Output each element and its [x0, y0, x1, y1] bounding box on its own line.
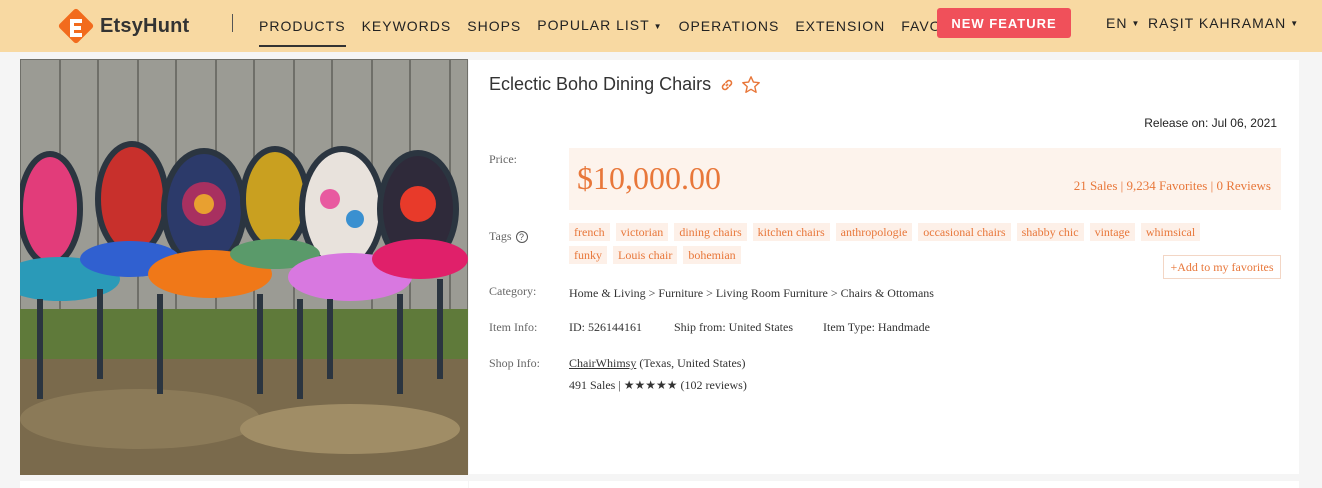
price-label: Price: — [489, 152, 517, 166]
category-label: Category: — [489, 284, 537, 298]
shop-name-link[interactable]: ChairWhimsy — [569, 356, 636, 370]
product-title-row: Eclectic Boho Dining Chairs — [489, 74, 761, 95]
user-name: RAŞIT KAHRAMAN — [1148, 15, 1287, 31]
shop-info-label: Shop Info: — [489, 356, 540, 370]
nav-operations[interactable]: OPERATIONS — [679, 4, 780, 48]
product-image[interactable] — [20, 59, 468, 475]
user-menu[interactable]: RAŞIT KAHRAMAN ▼ — [1148, 0, 1299, 47]
price-value: $10,000.00 — [577, 160, 721, 196]
next-section-left — [20, 481, 468, 488]
nav-shops[interactable]: SHOPS — [467, 4, 521, 48]
item-type: Item Type: Handmade — [823, 320, 930, 334]
language-selector[interactable]: EN ▼ — [1106, 0, 1140, 47]
tag-chip[interactable]: Louis chair — [613, 246, 678, 264]
help-icon[interactable]: ? — [515, 231, 528, 243]
next-section-right — [469, 481, 1299, 488]
nav-products[interactable]: PRODUCTS — [259, 4, 346, 48]
top-navigation-bar: EtsyHunt PRODUCTS KEYWORDS SHOPS POPULAR… — [0, 0, 1322, 52]
tag-chip[interactable]: vintage — [1089, 223, 1135, 241]
tag-list: french victorian dining chairs kitchen chai… — [569, 223, 1249, 269]
tag-chip[interactable]: occasional chairs — [918, 223, 1011, 241]
nav-popular-list-label: POPULAR LIST — [537, 17, 650, 34]
caret-down-icon: ▼ — [1131, 19, 1141, 29]
ship-from: Ship from: United States — [674, 320, 793, 334]
tag-chip[interactable]: french — [569, 223, 610, 241]
brand-name: EtsyHunt — [100, 14, 190, 37]
tag-chip[interactable]: anthropologie — [835, 223, 913, 241]
logo-icon — [56, 6, 96, 46]
nav-popular-list[interactable]: POPULAR LIST ▼ — [537, 3, 662, 48]
shop-location: (Texas, United States) — [636, 356, 746, 370]
caret-down-icon: ▼ — [1290, 19, 1300, 29]
nav-keywords[interactable]: KEYWORDS — [362, 4, 452, 48]
shop-stats: 491 Sales | ★★★★★ (102 reviews) — [569, 378, 747, 392]
product-info-card: Eclectic Boho Dining Chairs Release on: … — [469, 60, 1299, 474]
sales-stats: 21 Sales | 9,234 Favorites | 0 Reviews — [1073, 178, 1271, 193]
item-info-label: Item Info: — [489, 320, 538, 334]
tag-chip[interactable]: dining chairs — [674, 223, 747, 241]
star-favorite-icon[interactable] — [741, 75, 761, 95]
link-icon[interactable] — [719, 77, 735, 93]
nav-extension[interactable]: EXTENSION — [795, 4, 885, 48]
add-to-favorites-button[interactable]: +Add to my favorites — [1163, 255, 1281, 279]
tag-chip[interactable]: shabby chic — [1016, 223, 1084, 241]
product-title: Eclectic Boho Dining Chairs — [489, 74, 712, 94]
tag-chip[interactable]: kitchen chairs — [752, 223, 830, 241]
brand-logo[interactable]: EtsyHunt — [56, 4, 189, 48]
tag-chip[interactable]: funky — [569, 246, 607, 264]
shop-info: ChairWhimsy (Texas, United States) — [569, 356, 745, 371]
tags-label: Tags — [489, 229, 512, 243]
main-nav: PRODUCTS KEYWORDS SHOPS POPULAR LIST ▼ OP… — [259, 0, 1004, 52]
item-id: ID: 526144161 — [569, 320, 642, 334]
tag-chip[interactable]: victorian — [615, 223, 669, 241]
tag-chip[interactable]: bohemian — [683, 246, 741, 264]
tags-label-row: Tags? — [489, 229, 528, 244]
release-date: Release on: Jul 06, 2021 — [1144, 116, 1277, 130]
new-feature-button[interactable]: NEW FEATURE — [937, 8, 1071, 38]
tag-chip[interactable]: whimsical — [1140, 223, 1201, 241]
nav-divider — [232, 14, 233, 32]
caret-down-icon: ▼ — [653, 21, 663, 31]
price-box: $10,000.00 21 Sales | 9,234 Favorites | … — [569, 148, 1281, 210]
category-path: Home & Living > Furniture > Living Room … — [569, 286, 934, 300]
language-label: EN — [1106, 15, 1128, 31]
